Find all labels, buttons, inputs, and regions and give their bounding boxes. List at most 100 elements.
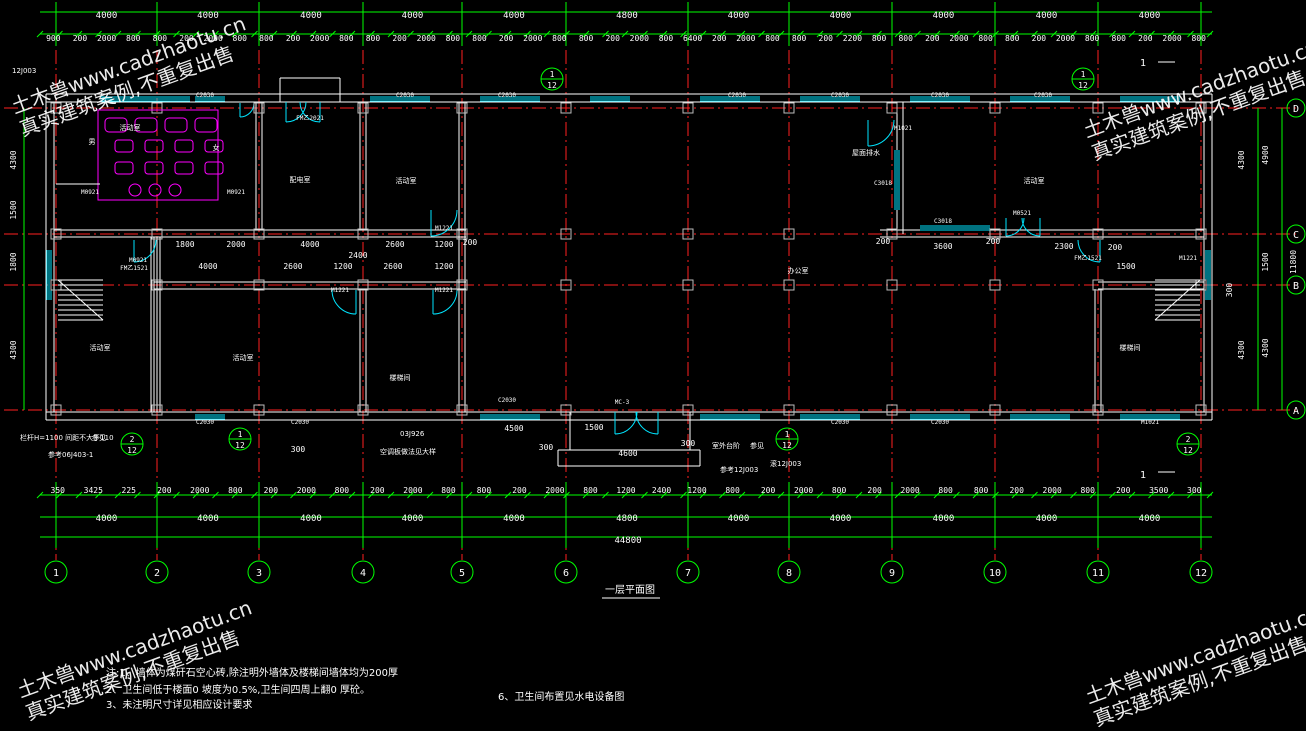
- section-reference-sheet: 12: [782, 441, 792, 450]
- window-tag: C2030: [396, 92, 414, 99]
- interior-dimension: 1800: [175, 240, 194, 249]
- windows: [46, 96, 1211, 420]
- interior-dimension: 1500: [1116, 262, 1135, 271]
- bottom-bay-dimension: 4000: [503, 514, 525, 524]
- right-dimension: 11800: [1289, 250, 1298, 274]
- bottom-sub-dimension: 200: [1116, 486, 1131, 495]
- axis-bubble-label: A: [1293, 406, 1299, 417]
- top-sub-dimension: 2000: [736, 34, 755, 43]
- callout: 参考12J003: [720, 465, 758, 474]
- axis-bubble-label: B: [1293, 281, 1299, 292]
- room-label: 活动室: [90, 343, 111, 352]
- axis-bubble-label: 1: [53, 568, 59, 579]
- bottom-sub-dimension: 800: [832, 486, 847, 495]
- interior-dimension: 3600: [933, 242, 952, 251]
- top-sub-dimension: 800: [765, 34, 780, 43]
- door-tag: M0921: [81, 189, 99, 196]
- axis-bubble-label: 12: [1195, 568, 1207, 579]
- overall-dimension: 44800: [614, 536, 641, 546]
- top-sub-dimension: 800: [1085, 34, 1100, 43]
- bottom-sub-dimension: 2000: [545, 486, 564, 495]
- window-tag: C2030: [931, 92, 949, 99]
- callout: 室外台阶: [712, 441, 740, 450]
- door-swing: [635, 411, 659, 435]
- top-sub-dimension: 200: [605, 34, 620, 43]
- bottom-sub-dimension: 2000: [403, 486, 422, 495]
- door-swing: [1005, 217, 1025, 237]
- window-tag: C2030: [291, 419, 309, 426]
- interior-dimension: 4000: [198, 262, 217, 271]
- top-sub-dimension: 800: [792, 34, 807, 43]
- door-tag: M1021: [1141, 419, 1159, 426]
- interior-dimension: 4000: [300, 240, 319, 249]
- door-tag: M0921: [129, 257, 147, 264]
- bottom-sub-dimension: 800: [583, 486, 598, 495]
- door-swing: [867, 119, 895, 147]
- interior-dimension: 2300: [1054, 242, 1073, 251]
- axis-bubble-label: 4: [360, 568, 366, 579]
- top-bay-dimension: 4000: [96, 11, 118, 21]
- top-sub-dimension: 800: [872, 34, 887, 43]
- door-tag: M1221: [435, 287, 453, 294]
- top-bay-dimension: 4000: [933, 11, 955, 21]
- axis-lines: [4, 2, 1300, 560]
- room-label: 楼梯间: [1120, 343, 1141, 352]
- bottom-sub-dimension: 800: [477, 486, 492, 495]
- top-bay-dimension: 4800: [616, 11, 638, 21]
- toilet-fixture: [174, 161, 194, 175]
- room-label: 楼梯间: [390, 373, 411, 382]
- door-tag: M0921: [227, 189, 245, 196]
- left-dimension: 1800: [9, 252, 18, 271]
- interior-dimension: 2600: [385, 240, 404, 249]
- axis-bubble-label: 10: [989, 568, 1001, 579]
- interior-dimension: 2600: [383, 262, 402, 271]
- bottom-sub-dimension: 800: [725, 486, 740, 495]
- left-dimension: 4300: [9, 340, 18, 359]
- window-tag: C3018: [934, 218, 952, 225]
- toilet-fixture: [204, 161, 224, 175]
- bottom-sub-dimension: 200: [761, 486, 776, 495]
- bottom-bay-dimension: 4000: [1139, 514, 1161, 524]
- bottom-sub-dimension: 2000: [794, 486, 813, 495]
- callout: 屋面排水: [852, 148, 880, 157]
- top-sub-dimension: 2000: [523, 34, 542, 43]
- door-swing: [614, 411, 638, 435]
- axis-bubble-label: 6: [563, 568, 569, 579]
- bottom-sub-dimension: 1200: [687, 486, 706, 495]
- bottom-sub-dimension: 3425: [84, 486, 103, 495]
- bottom-bay-dimension: 4000: [728, 514, 750, 524]
- toilet-stall: [194, 117, 218, 133]
- floor-plan-drawing: 4000 4000 4000 4000 4000 4800 4000 4000 4000 4000…: [4, 2, 1306, 599]
- room-label: 女: [213, 143, 220, 152]
- note-3: 3、未注明尺寸详见相应设计要求: [106, 700, 253, 711]
- door-tag: M1021: [894, 125, 912, 132]
- bottom-sub-dimension: 225: [122, 486, 137, 495]
- top-sub-dimension: 900: [46, 34, 61, 43]
- section-reference-sheet: 12: [1078, 81, 1088, 90]
- bottom-sub-dimension: 800: [974, 486, 989, 495]
- top-sub-dimension: 800: [1112, 34, 1127, 43]
- axis-bubble-label: 8: [786, 568, 792, 579]
- top-sub-dimension: 2000: [1056, 34, 1075, 43]
- door-tag: FM乙2021: [296, 115, 324, 122]
- interior-dimension: 300: [681, 439, 696, 448]
- top-sub-dimension: 200: [1032, 34, 1047, 43]
- top-sub-dimension: 800: [472, 34, 487, 43]
- top-sub-dimension: 2000: [949, 34, 968, 43]
- window-tag: C2030: [728, 92, 746, 99]
- door-swing: [1021, 217, 1041, 237]
- window-tag: C2030: [831, 92, 849, 99]
- top-sub-dimension: 200: [499, 34, 514, 43]
- door-tag: MC-3: [615, 399, 630, 406]
- bottom-bay-dimension: 4000: [402, 514, 424, 524]
- top-sub-dimension: 2000: [97, 34, 116, 43]
- top-sub-dimension: 800: [126, 34, 141, 43]
- top-sub-dimension: 6400: [683, 34, 702, 43]
- section-reference-sheet: 12: [1183, 446, 1193, 455]
- bottom-sub-dimension: 800: [1080, 486, 1095, 495]
- top-sub-dimension: 200: [712, 34, 727, 43]
- interior-dimension: 1200: [333, 262, 352, 271]
- interior-dimension: 1200: [434, 262, 453, 271]
- bottom-bay-dimension: 4000: [300, 514, 322, 524]
- door-swing: [239, 102, 255, 118]
